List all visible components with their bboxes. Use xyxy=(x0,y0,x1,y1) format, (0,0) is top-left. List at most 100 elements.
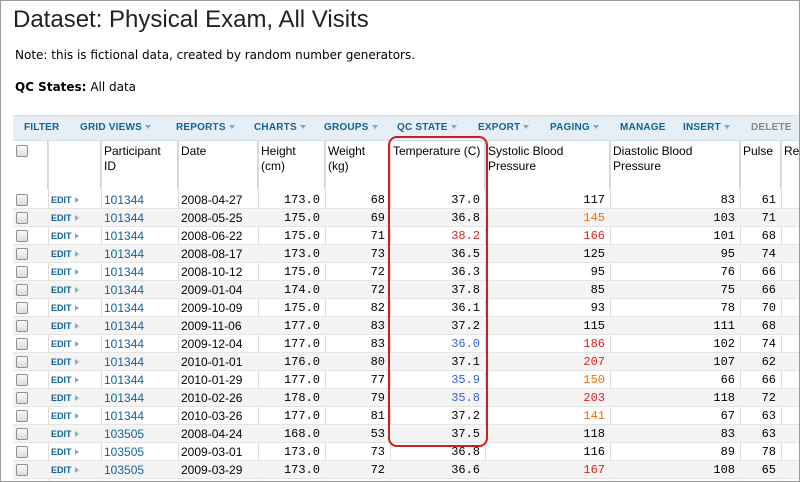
insert-menu[interactable]: INSERT xyxy=(683,122,730,133)
participant-id-link[interactable]: 101344 xyxy=(104,300,144,316)
participant-id-link[interactable]: 101344 xyxy=(104,246,144,262)
header-respiration[interactable]: Res xyxy=(781,141,799,189)
weight-cell: 83 xyxy=(370,319,385,333)
chevron-right-icon xyxy=(74,413,79,419)
row-edit-link[interactable]: EDIT xyxy=(51,357,79,367)
groups-menu[interactable]: GROUPS xyxy=(324,122,378,133)
paging-menu[interactable]: PAGING xyxy=(550,122,599,133)
row-edit-link[interactable]: EDIT xyxy=(51,321,79,331)
row-edit-link[interactable]: EDIT xyxy=(51,213,79,223)
row-edit-link[interactable]: EDIT xyxy=(51,285,79,295)
row-checkbox[interactable] xyxy=(16,194,28,206)
diastolic-cell: 83 xyxy=(720,193,735,207)
participant-id-link[interactable]: 103505 xyxy=(104,462,144,478)
qc-state-menu[interactable]: QC STATE xyxy=(397,122,457,133)
chevron-right-icon xyxy=(74,197,79,203)
participant-id-link[interactable]: 101344 xyxy=(104,282,144,298)
pulse-cell: 62 xyxy=(761,355,776,369)
row-checkbox[interactable] xyxy=(16,212,28,224)
grid-views-menu[interactable]: GRID VIEWS xyxy=(80,122,152,133)
header-diastolic[interactable]: Diastolic Blood Pressure xyxy=(610,141,740,189)
diastolic-cell: 102 xyxy=(713,337,735,351)
temperature-column-highlight xyxy=(388,136,488,447)
row-checkbox[interactable] xyxy=(16,446,28,458)
row-edit-link[interactable]: EDIT xyxy=(51,393,79,403)
insert-label: INSERT xyxy=(683,122,721,133)
participant-id-link[interactable]: 101344 xyxy=(104,264,144,280)
chevron-right-icon xyxy=(74,431,79,437)
row-checkbox[interactable] xyxy=(16,320,28,332)
row-edit-link[interactable]: EDIT xyxy=(51,375,79,385)
weight-cell: 80 xyxy=(370,355,385,369)
height-cell: 175.0 xyxy=(283,229,320,243)
pulse-cell: 72 xyxy=(761,391,776,405)
row-checkbox[interactable] xyxy=(16,392,28,404)
row-edit-link[interactable]: EDIT xyxy=(51,411,79,421)
participant-id-link[interactable]: 101344 xyxy=(104,210,144,226)
participant-id-link[interactable]: 101344 xyxy=(104,318,144,334)
temperature-cell: 36.6 xyxy=(451,463,480,477)
filter-button[interactable]: FILTER xyxy=(24,122,59,133)
header-height[interactable]: Height (cm) xyxy=(258,141,325,189)
row-checkbox[interactable] xyxy=(16,230,28,242)
date-cell: 2008-04-27 xyxy=(181,193,243,207)
row-edit-link[interactable]: EDIT xyxy=(51,465,79,475)
header-weight[interactable]: Weight (kg) xyxy=(325,141,390,189)
row-checkbox[interactable] xyxy=(16,356,28,368)
participant-id-link[interactable]: 101344 xyxy=(104,408,144,424)
height-cell: 168.0 xyxy=(283,427,320,441)
participant-id-link[interactable]: 101344 xyxy=(104,336,144,352)
row-edit-link[interactable]: EDIT xyxy=(51,303,79,313)
row-edit-link[interactable]: EDIT xyxy=(51,339,79,349)
height-cell: 175.0 xyxy=(283,301,320,315)
row-edit-link[interactable]: EDIT xyxy=(51,195,79,205)
participant-id-link[interactable]: 101344 xyxy=(104,228,144,244)
participant-id-link[interactable]: 101344 xyxy=(104,354,144,370)
row-edit-link[interactable]: EDIT xyxy=(51,231,79,241)
participant-id-link[interactable]: 101344 xyxy=(104,192,144,208)
row-checkbox[interactable] xyxy=(16,428,28,440)
row-checkbox[interactable] xyxy=(16,338,28,350)
systolic-cell: 167 xyxy=(583,463,605,477)
row-checkbox[interactable] xyxy=(16,248,28,260)
height-cell: 173.0 xyxy=(283,247,320,261)
reports-menu[interactable]: REPORTS xyxy=(176,122,235,133)
row-edit-link[interactable]: EDIT xyxy=(51,429,79,439)
manage-button[interactable]: MANAGE xyxy=(620,122,666,133)
diastolic-cell: 107 xyxy=(713,355,735,369)
edit-label: EDIT xyxy=(51,213,72,223)
edit-label: EDIT xyxy=(51,465,72,475)
participant-id-link[interactable]: 103505 xyxy=(104,426,144,442)
qc-states-value: All data xyxy=(90,80,137,94)
participant-id-link[interactable]: 101344 xyxy=(104,390,144,406)
export-menu[interactable]: EXPORT xyxy=(478,122,530,133)
row-checkbox[interactable] xyxy=(16,284,28,296)
row-edit-link[interactable]: EDIT xyxy=(51,267,79,277)
select-all-checkbox[interactable] xyxy=(16,145,28,157)
row-checkbox[interactable] xyxy=(16,464,28,476)
date-cell: 2010-03-26 xyxy=(181,409,243,423)
row-checkbox[interactable] xyxy=(16,374,28,386)
row-checkbox[interactable] xyxy=(16,266,28,278)
participant-id-link[interactable]: 103505 xyxy=(104,444,144,460)
height-cell: 173.0 xyxy=(283,463,320,477)
row-edit-link[interactable]: EDIT xyxy=(51,447,79,457)
row-checkbox[interactable] xyxy=(16,302,28,314)
header-date[interactable]: Date xyxy=(178,141,258,189)
systolic-cell: 117 xyxy=(583,193,605,207)
header-pulse[interactable]: Pulse xyxy=(740,141,781,189)
delete-button[interactable]: DELETE xyxy=(751,122,792,133)
dataset-panel: Dataset: Physical Exam, All Visits Note:… xyxy=(0,0,800,482)
header-participant-id[interactable]: Participant ID xyxy=(101,141,178,189)
diastolic-cell: 78 xyxy=(720,301,735,315)
systolic-cell: 118 xyxy=(583,427,605,441)
weight-cell: 79 xyxy=(370,391,385,405)
row-checkbox[interactable] xyxy=(16,410,28,422)
participant-id-link[interactable]: 101344 xyxy=(104,372,144,388)
charts-menu[interactable]: CHARTS xyxy=(254,122,306,133)
date-cell: 2008-05-25 xyxy=(181,211,243,225)
row-edit-link[interactable]: EDIT xyxy=(51,249,79,259)
edit-label: EDIT xyxy=(51,339,72,349)
header-systolic[interactable]: Systolic Blood Pressure xyxy=(485,141,610,189)
chevron-down-icon xyxy=(299,125,306,130)
